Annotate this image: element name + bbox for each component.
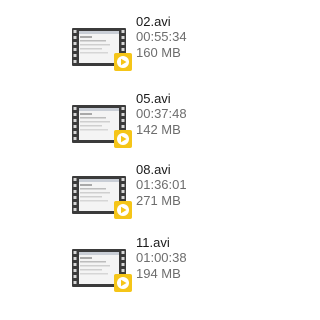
file-size: 142 MB (136, 121, 181, 137)
play-badge-icon (114, 53, 132, 71)
file-size: 271 MB (136, 192, 181, 208)
file-duration: 01:00:38 (136, 250, 187, 266)
video-file-icon (72, 26, 134, 72)
play-badge-icon (114, 201, 132, 219)
file-name: 02.avi (136, 14, 171, 29)
file-meta: 02.avi 00:55:34 160 MB (136, 14, 187, 60)
file-item[interactable]: 08.avi 01:36:01 271 MB (70, 162, 230, 224)
file-size: 160 MB (136, 44, 181, 60)
file-name: 08.avi (136, 162, 171, 177)
file-name: 11.avi (136, 235, 170, 250)
file-meta: 11.avi 01:00:38 194 MB (136, 235, 187, 281)
file-size: 194 MB (136, 265, 181, 281)
video-file-icon (72, 174, 134, 220)
file-meta: 08.avi 01:36:01 271 MB (136, 162, 187, 208)
play-badge-icon (114, 130, 132, 148)
video-file-icon (72, 247, 134, 293)
file-meta: 05.avi 00:37:48 142 MB (136, 91, 187, 137)
file-duration: 00:55:34 (136, 29, 187, 45)
video-file-icon (72, 103, 134, 149)
file-duration: 00:37:48 (136, 106, 187, 122)
file-item[interactable]: 11.avi 01:00:38 194 MB (70, 235, 230, 297)
file-item[interactable]: 05.avi 00:37:48 142 MB (70, 91, 230, 153)
file-name: 05.avi (136, 91, 171, 106)
play-badge-icon (114, 274, 132, 292)
file-list: 02.avi 00:55:34 160 MB 05.avi 00:37:48 1… (0, 0, 320, 320)
file-duration: 01:36:01 (136, 177, 187, 193)
file-item[interactable]: 02.avi 00:55:34 160 MB (70, 14, 230, 76)
